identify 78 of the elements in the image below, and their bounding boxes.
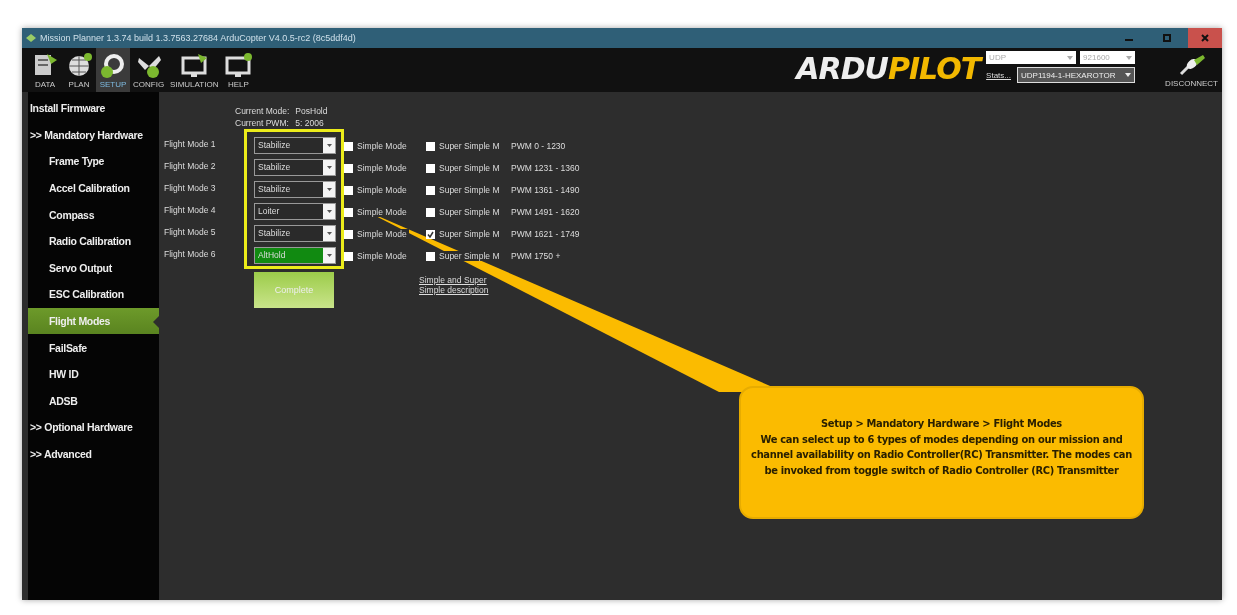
- close-icon: [1200, 33, 1210, 43]
- super-simple-checkbox[interactable]: Super Simple M: [426, 207, 502, 217]
- caret-icon: [326, 231, 332, 235]
- close-button[interactable]: [1188, 28, 1222, 48]
- sidebar-item[interactable]: Install Firmware: [28, 95, 159, 122]
- gear-icon: [99, 52, 127, 78]
- pwm-range: PWM 1361 - 1490: [511, 185, 580, 195]
- sidebar-item[interactable]: Compass: [28, 201, 159, 228]
- mode-label: Flight Mode 6: [164, 248, 217, 261]
- caret-icon: [326, 187, 332, 191]
- app-icon: [26, 34, 36, 42]
- sidebar-item[interactable]: Servo Output: [28, 254, 159, 282]
- sidebar-item[interactable]: HW ID: [28, 360, 159, 388]
- mode-select[interactable]: Stabilize: [254, 158, 336, 176]
- simple-mode-checkbox[interactable]: Simple Mode: [344, 229, 409, 239]
- current-pwm-value: 5: 2006: [295, 118, 325, 128]
- sidebar-item[interactable]: FailSafe: [28, 334, 159, 361]
- monitor-icon: [224, 52, 253, 78]
- sidebar-item[interactable]: Accel Calibration: [28, 174, 159, 202]
- sidebar-item[interactable]: >> Advanced: [28, 440, 159, 468]
- mode-select[interactable]: Stabilize: [254, 180, 336, 198]
- super-simple-checkbox[interactable]: Super Simple M: [426, 251, 502, 261]
- callout-text: We can select up to 6 types of modes depending on our mission and channel availability on Radio Controller(RC) Transmitter. The modes can be invoked from toggle switch of Radio Controller (RC) Transmitter: [751, 431, 1132, 478]
- target-select[interactable]: UDP1194-1-HEXAROTOR: [1017, 67, 1135, 83]
- caret-icon: [1126, 55, 1133, 60]
- pwm-range: PWM 1621 - 1749: [511, 229, 580, 239]
- toolbar-tab[interactable]: SETUP: [96, 48, 130, 92]
- checkmark-icon: [427, 230, 434, 238]
- toolbar-tab[interactable]: DATA: [28, 48, 62, 92]
- sidebar-item[interactable]: >> Mandatory Hardware: [28, 121, 159, 149]
- disconnect-button[interactable]: DISCONNECT: [1135, 48, 1222, 92]
- sidebar-item[interactable]: ESC Calibration: [28, 281, 159, 308]
- mode-label: Flight Mode 4: [164, 204, 217, 217]
- maximize-icon: [1162, 33, 1172, 43]
- pwm-range: PWM 0 - 1230: [511, 141, 566, 151]
- mode-select[interactable]: Stabilize: [254, 224, 336, 242]
- sidebar-item[interactable]: Radio Calibration: [28, 227, 159, 255]
- window-title: Mission Planner 1.3.74 build 1.3.7563.27684 ArduCopter V4.0.5-rc2 (8c5ddf4d): [40, 33, 356, 43]
- stats-link[interactable]: Stats...: [986, 70, 1011, 80]
- toolbar-tab[interactable]: PLAN: [62, 48, 96, 92]
- logo: ARDUPILOT: [796, 50, 984, 88]
- sidebar-item[interactable]: ADSB: [28, 387, 159, 415]
- simple-mode-checkbox[interactable]: Simple Mode: [344, 207, 409, 217]
- current-mode-value: PosHold: [295, 106, 328, 116]
- simple-mode-checkbox[interactable]: Simple Mode: [344, 251, 409, 261]
- toolbar-tab[interactable]: CONFIG: [130, 48, 168, 92]
- toolbar-tab[interactable]: HELP: [221, 48, 256, 92]
- super-simple-checkbox[interactable]: Super Simple M: [426, 163, 502, 173]
- help-link[interactable]: Simple and Super Simple description: [419, 275, 491, 295]
- callout-title: Setup > Mandatory Hardware > Flight Modes: [820, 416, 1063, 432]
- simple-mode-checkbox[interactable]: Simple Mode: [344, 163, 409, 173]
- caret-icon: [326, 143, 332, 147]
- caret-icon: [326, 253, 332, 257]
- simple-mode-checkbox[interactable]: Simple Mode: [344, 141, 409, 151]
- caret-icon: [1125, 73, 1131, 77]
- super-simple-checkbox[interactable]: Super Simple M: [426, 141, 502, 151]
- monitor-icon: [180, 52, 209, 78]
- pwm-range: PWM 1231 - 1360: [511, 163, 580, 173]
- simple-mode-checkbox[interactable]: Simple Mode: [344, 185, 409, 195]
- sidebar-item[interactable]: Frame Type: [28, 148, 159, 175]
- mode-select[interactable]: AltHold: [254, 246, 336, 264]
- caret-icon: [1067, 55, 1074, 60]
- sidebar-item[interactable]: >> Optional Hardware: [28, 414, 159, 441]
- pwm-range: PWM 1750 +: [511, 251, 561, 261]
- caret-icon: [326, 165, 332, 169]
- caret-icon: [326, 209, 332, 213]
- mode-select[interactable]: Stabilize: [254, 136, 336, 154]
- super-simple-checkbox[interactable]: Super Simple M: [426, 185, 502, 195]
- mode-label: Flight Mode 5: [164, 226, 217, 239]
- field-label: Current PWM:: [235, 118, 290, 128]
- mode-label: Flight Mode 2: [164, 160, 217, 173]
- mode-label: Flight Mode 3: [164, 182, 217, 195]
- pwm-range: PWM 1491 - 1620: [511, 207, 580, 217]
- mode-select[interactable]: Loiter: [254, 202, 336, 220]
- field-label: Current Mode:: [235, 106, 290, 116]
- super-simple-checkbox[interactable]: Super Simple M: [426, 229, 502, 239]
- toolbar-tab[interactable]: SIMULATION: [167, 48, 222, 92]
- mode-label: Flight Mode 1: [164, 138, 217, 151]
